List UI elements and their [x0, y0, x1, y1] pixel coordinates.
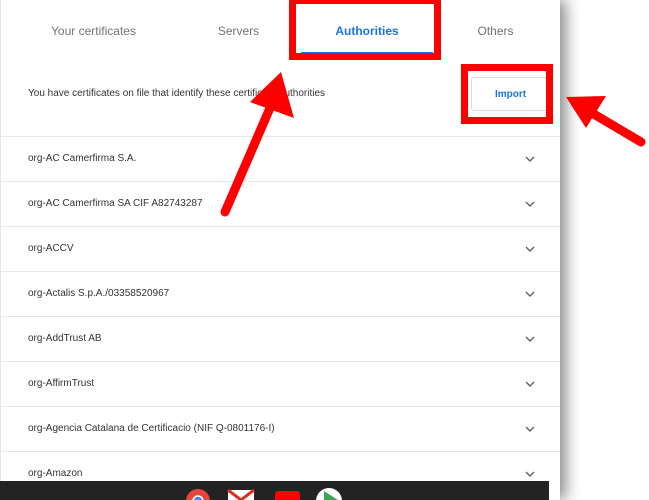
arrow-to-import-button	[566, 96, 646, 147]
annotation-arrows	[220, 72, 646, 217]
arrow-to-authorities-tab	[220, 72, 294, 217]
